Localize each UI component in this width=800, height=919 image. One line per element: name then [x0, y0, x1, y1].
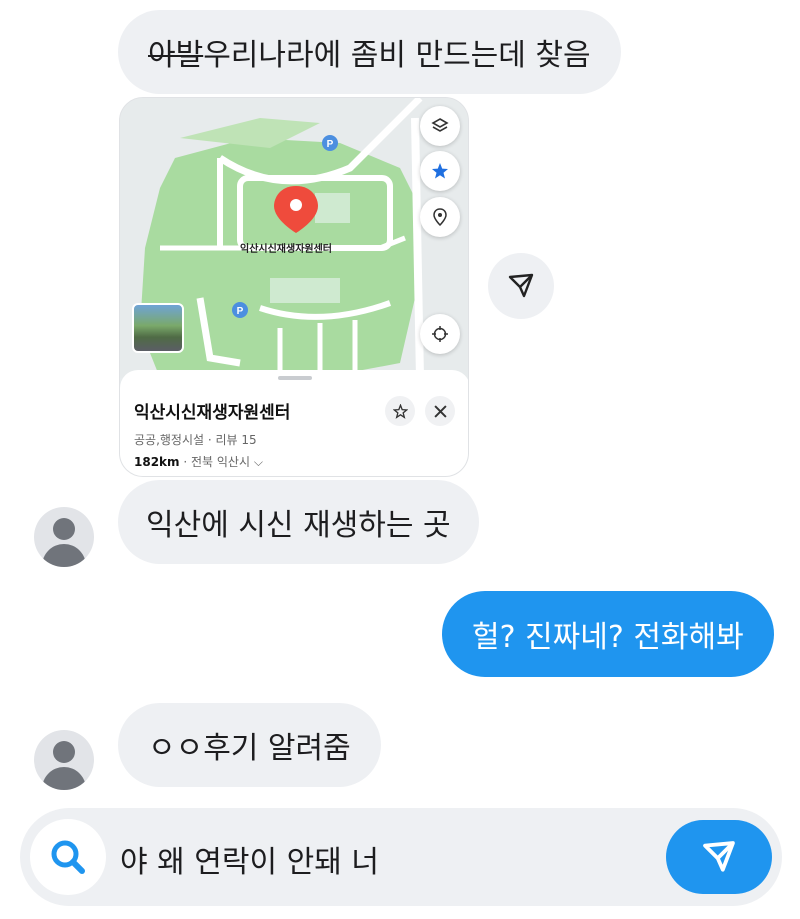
save-place-button[interactable]	[385, 396, 415, 426]
message-bubble[interactable]: ㅇㅇ후기 알려줌	[118, 703, 381, 787]
svg-text:P: P	[327, 139, 334, 150]
place-category: 공공,행정시설 · 리뷰 15	[134, 433, 257, 447]
send-icon	[703, 841, 735, 872]
share-button[interactable]	[488, 253, 554, 319]
avatar[interactable]	[34, 507, 94, 567]
place-location: · 전북 익산시 ⌵	[179, 455, 263, 469]
layers-button[interactable]	[420, 106, 460, 146]
map-card[interactable]: P P 익산시신재생자원센터 익산시신재생자원센터 공공,행정시설 · 리뷰 1…	[119, 97, 469, 477]
message-text: 헐? 진짜네? 전화해봐	[472, 620, 744, 655]
layers-icon	[431, 118, 449, 132]
message-text: 우리나라에 좀비 만드는데 찾음	[203, 38, 591, 73]
place-info-sheet[interactable]: 익산시신재생자원센터 공공,행정시설 · 리뷰 15 182km · 전북 익산…	[120, 370, 468, 476]
message-input-bar[interactable]: 야 왜 연락이 안돼 너	[20, 808, 782, 906]
place-distance-row: 182km · 전북 익산시 ⌵	[134, 453, 263, 470]
location-pin-button[interactable]	[420, 197, 460, 237]
star-icon	[432, 163, 448, 179]
place-name: 익산시신재생자원센터	[134, 403, 291, 423]
avatar[interactable]	[34, 730, 94, 790]
message-text: ㅇㅇ후기 알려줌	[148, 731, 351, 766]
message-text: 익산에 시신 재생하는 곳	[146, 508, 451, 543]
message-bubble[interactable]: 아발 우리나라에 좀비 만드는데 찾음	[118, 10, 621, 94]
search-button[interactable]	[30, 819, 106, 895]
send-button[interactable]	[666, 820, 772, 894]
message-input[interactable]: 야 왜 연락이 안돼 너	[120, 837, 379, 881]
star-outline-icon	[392, 403, 408, 419]
street-view-thumbnail[interactable]	[132, 303, 184, 353]
map-pin-label: 익산시신재생자원센터	[240, 244, 332, 255]
send-icon	[508, 273, 534, 298]
close-icon	[433, 404, 447, 418]
struck-text: 아발	[148, 38, 204, 73]
place-distance: 182km	[134, 455, 180, 469]
svg-text:P: P	[237, 306, 244, 317]
my-location-button[interactable]	[420, 314, 460, 354]
sheet-handle[interactable]	[278, 376, 312, 380]
search-icon	[51, 840, 85, 874]
message-bubble[interactable]: 익산에 시신 재생하는 곳	[118, 480, 479, 564]
favorite-button[interactable]	[420, 151, 460, 191]
message-bubble-outgoing[interactable]: 헐? 진짜네? 전화해봐	[442, 591, 774, 677]
close-sheet-button[interactable]	[425, 396, 455, 426]
target-icon	[432, 326, 448, 342]
location-pin-icon	[433, 208, 447, 226]
